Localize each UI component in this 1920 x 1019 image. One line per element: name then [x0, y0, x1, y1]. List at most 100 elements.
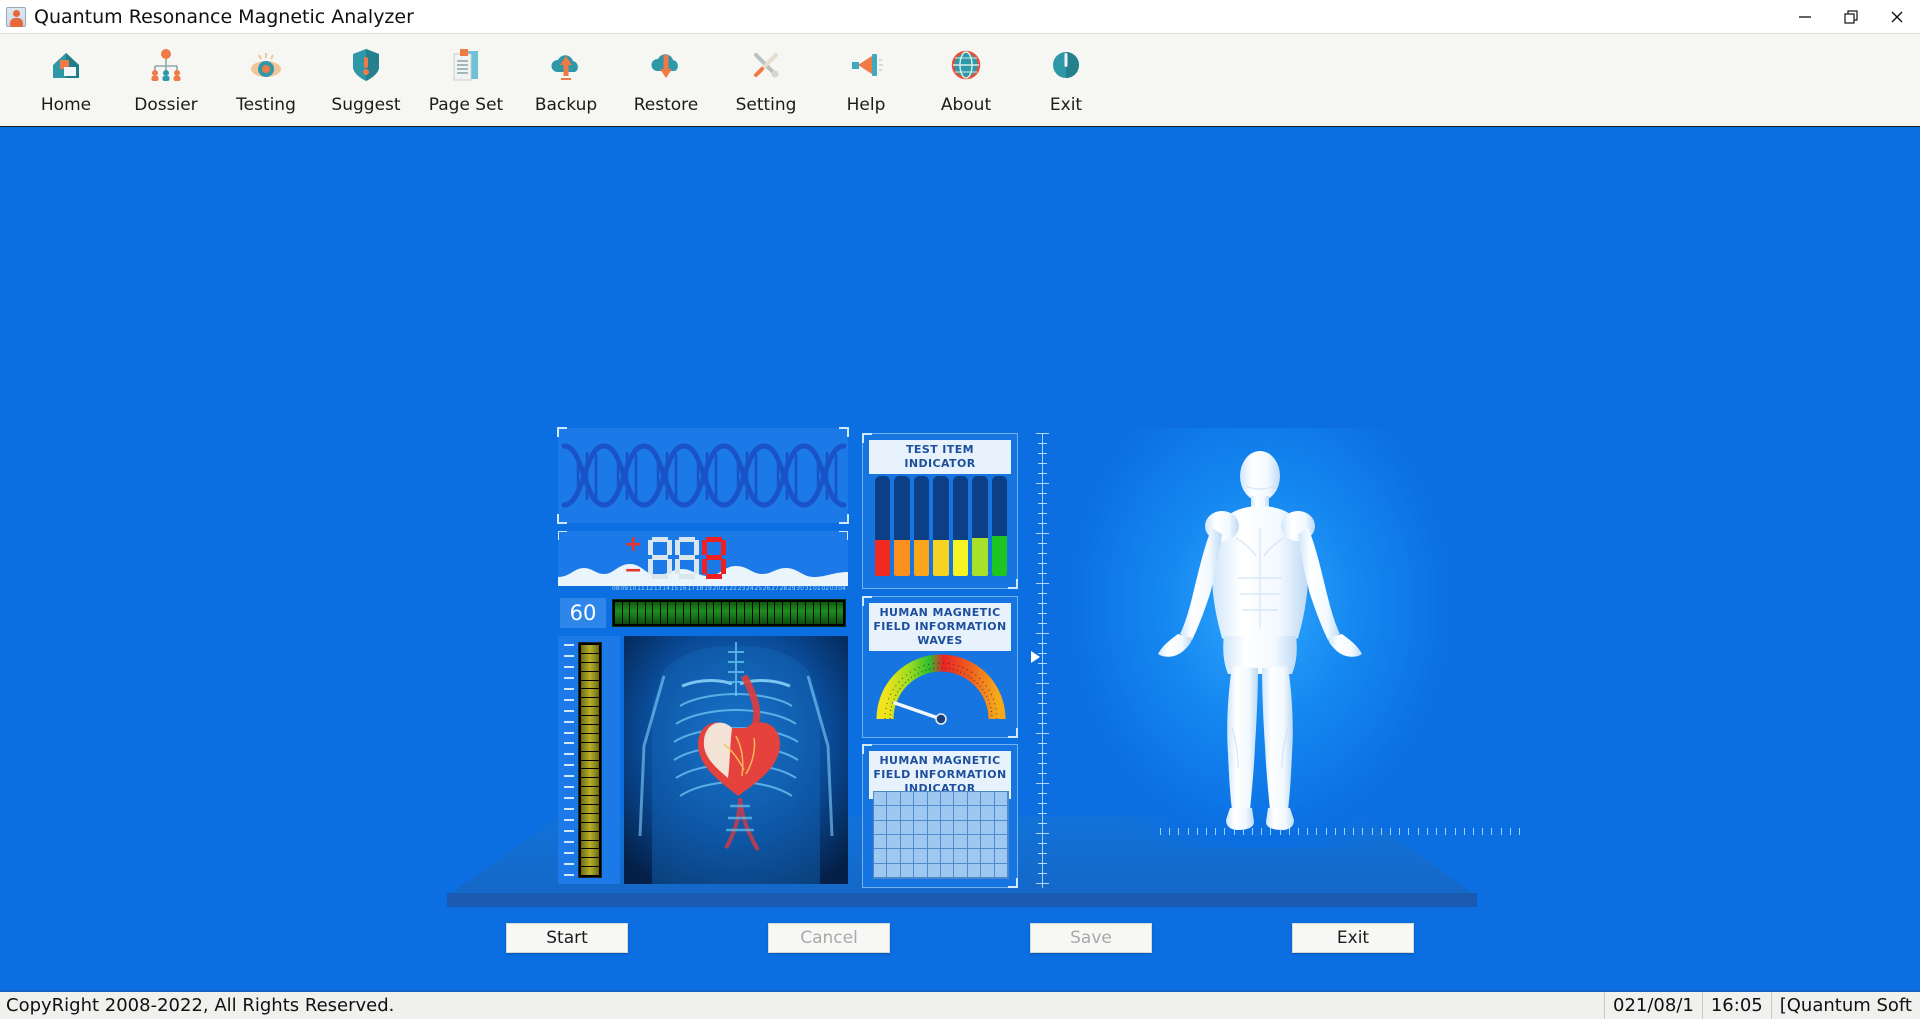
grid-cell: [968, 835, 981, 849]
test-item-bar: [992, 476, 1007, 576]
level-segment: [581, 698, 599, 706]
plus-sign: +: [624, 537, 642, 553]
suggest-shield-icon: [346, 45, 386, 85]
ruler-tick: [1038, 693, 1047, 694]
grid-cell: [968, 792, 981, 806]
toolbar-item-page-set[interactable]: Page Set: [416, 39, 516, 123]
level-segment: [581, 867, 599, 875]
segment-number-display: + −: [558, 531, 848, 586]
progress-segment: [722, 602, 729, 624]
progress-segment: [615, 602, 622, 624]
grid-cell: [887, 864, 900, 878]
ruler-tick: [1036, 433, 1049, 434]
window-controls: [1782, 0, 1920, 33]
status-product: [Quantum Soft: [1771, 992, 1920, 1019]
toolbar-item-suggest[interactable]: Suggest: [316, 39, 416, 123]
status-time: 16:05: [1702, 992, 1771, 1019]
minimize-icon[interactable]: [1782, 0, 1828, 33]
test-item-indicator-title: TEST ITEM INDICATOR: [869, 440, 1011, 474]
minus-sign: −: [624, 563, 642, 579]
app-person-icon: [6, 7, 26, 27]
grid-cell: [887, 821, 900, 835]
grid-cell: [941, 821, 954, 835]
level-segment: [581, 752, 599, 760]
grid-cell: [887, 835, 900, 849]
level-tick: [564, 863, 574, 865]
toolbar-item-dossier[interactable]: Dossier: [116, 39, 216, 123]
level-segment: [581, 681, 599, 689]
floor-tick: [1464, 828, 1465, 835]
floor-tick: [1519, 828, 1520, 835]
segment-digits-group: + −: [624, 537, 726, 579]
grid-cell: [887, 849, 900, 863]
toolbar-item-home[interactable]: Home: [16, 39, 116, 123]
ruler-tick: [1038, 723, 1047, 724]
start-button[interactable]: Start: [506, 923, 628, 953]
dna-helix-icon: [558, 428, 848, 523]
toolbar-label: Restore: [634, 95, 699, 115]
ruler-tick: [1038, 463, 1047, 464]
instrument-cluster: + − 080910111213141516171819202122232425…: [558, 428, 848, 883]
ruler-tick: [1038, 703, 1047, 704]
progress-segment: [821, 602, 828, 624]
restore-icon[interactable]: [1828, 0, 1874, 33]
level-segment: [581, 814, 599, 822]
floor-tick: [1390, 828, 1391, 835]
progress-segment: [630, 602, 637, 624]
floor-tick: [1399, 828, 1400, 835]
level-tick: [564, 644, 574, 646]
test-item-bar-fill: [914, 540, 929, 576]
level-tick: [564, 742, 574, 744]
exit-button[interactable]: Exit: [1292, 923, 1414, 953]
ruler-tick: [1038, 673, 1047, 674]
level-segment: [581, 707, 599, 715]
level-tick: [564, 699, 574, 701]
grid-cell: [968, 821, 981, 835]
toolbar-label: Help: [847, 95, 886, 115]
floor-tick: [1510, 828, 1511, 835]
ruler-tick: [1038, 873, 1047, 874]
floor-tick: [1445, 828, 1446, 835]
level-segment: [581, 849, 599, 857]
grid-cell: [874, 806, 887, 820]
grid-cell: [928, 792, 941, 806]
restore-cloud-down-icon: [646, 45, 686, 85]
level-segment: [581, 769, 599, 777]
grid-cell: [941, 835, 954, 849]
level-tick: [564, 688, 574, 690]
toolbar-item-exit[interactable]: Exit: [1016, 39, 1116, 123]
floor-tick: [1307, 828, 1308, 835]
grid-cell: [954, 835, 967, 849]
toolbar-label: Testing: [236, 95, 296, 115]
testing-eye-icon: [246, 45, 286, 85]
close-icon[interactable]: [1874, 0, 1920, 33]
toolbar-item-setting[interactable]: Setting: [716, 39, 816, 123]
grid-cell: [928, 864, 941, 878]
floor-tick: [1160, 828, 1161, 835]
grid-cell: [874, 864, 887, 878]
human-body-3d-model[interactable]: [1060, 428, 1460, 848]
floor-tick: [1252, 828, 1253, 835]
floor-tick: [1289, 828, 1290, 835]
ruler-tick: [1038, 523, 1047, 524]
toolbar-item-help[interactable]: Help: [816, 39, 916, 123]
floor-tick: [1215, 828, 1216, 835]
ruler-tick: [1038, 793, 1047, 794]
floor-tick: [1418, 828, 1419, 835]
ruler-tick: [1038, 603, 1047, 604]
toolbar-item-testing[interactable]: Testing: [216, 39, 316, 123]
toolbar-item-about[interactable]: About: [916, 39, 1016, 123]
ruler-tick: [1036, 483, 1049, 484]
progress-segment: [760, 602, 767, 624]
grid-cell: [981, 864, 994, 878]
progress-segment: [814, 602, 821, 624]
ruler-tick: [1038, 453, 1047, 454]
toolbar-item-backup[interactable]: Backup: [516, 39, 616, 123]
toolbar-item-restore[interactable]: Restore: [616, 39, 716, 123]
segment-digit-2: [675, 537, 699, 579]
ruler-tick: [1038, 553, 1047, 554]
analysis-workspace: + − 080910111213141516171819202122232425…: [0, 128, 1920, 990]
level-tick: [564, 721, 574, 723]
grid-cell: [887, 792, 900, 806]
grid-cell: [968, 806, 981, 820]
